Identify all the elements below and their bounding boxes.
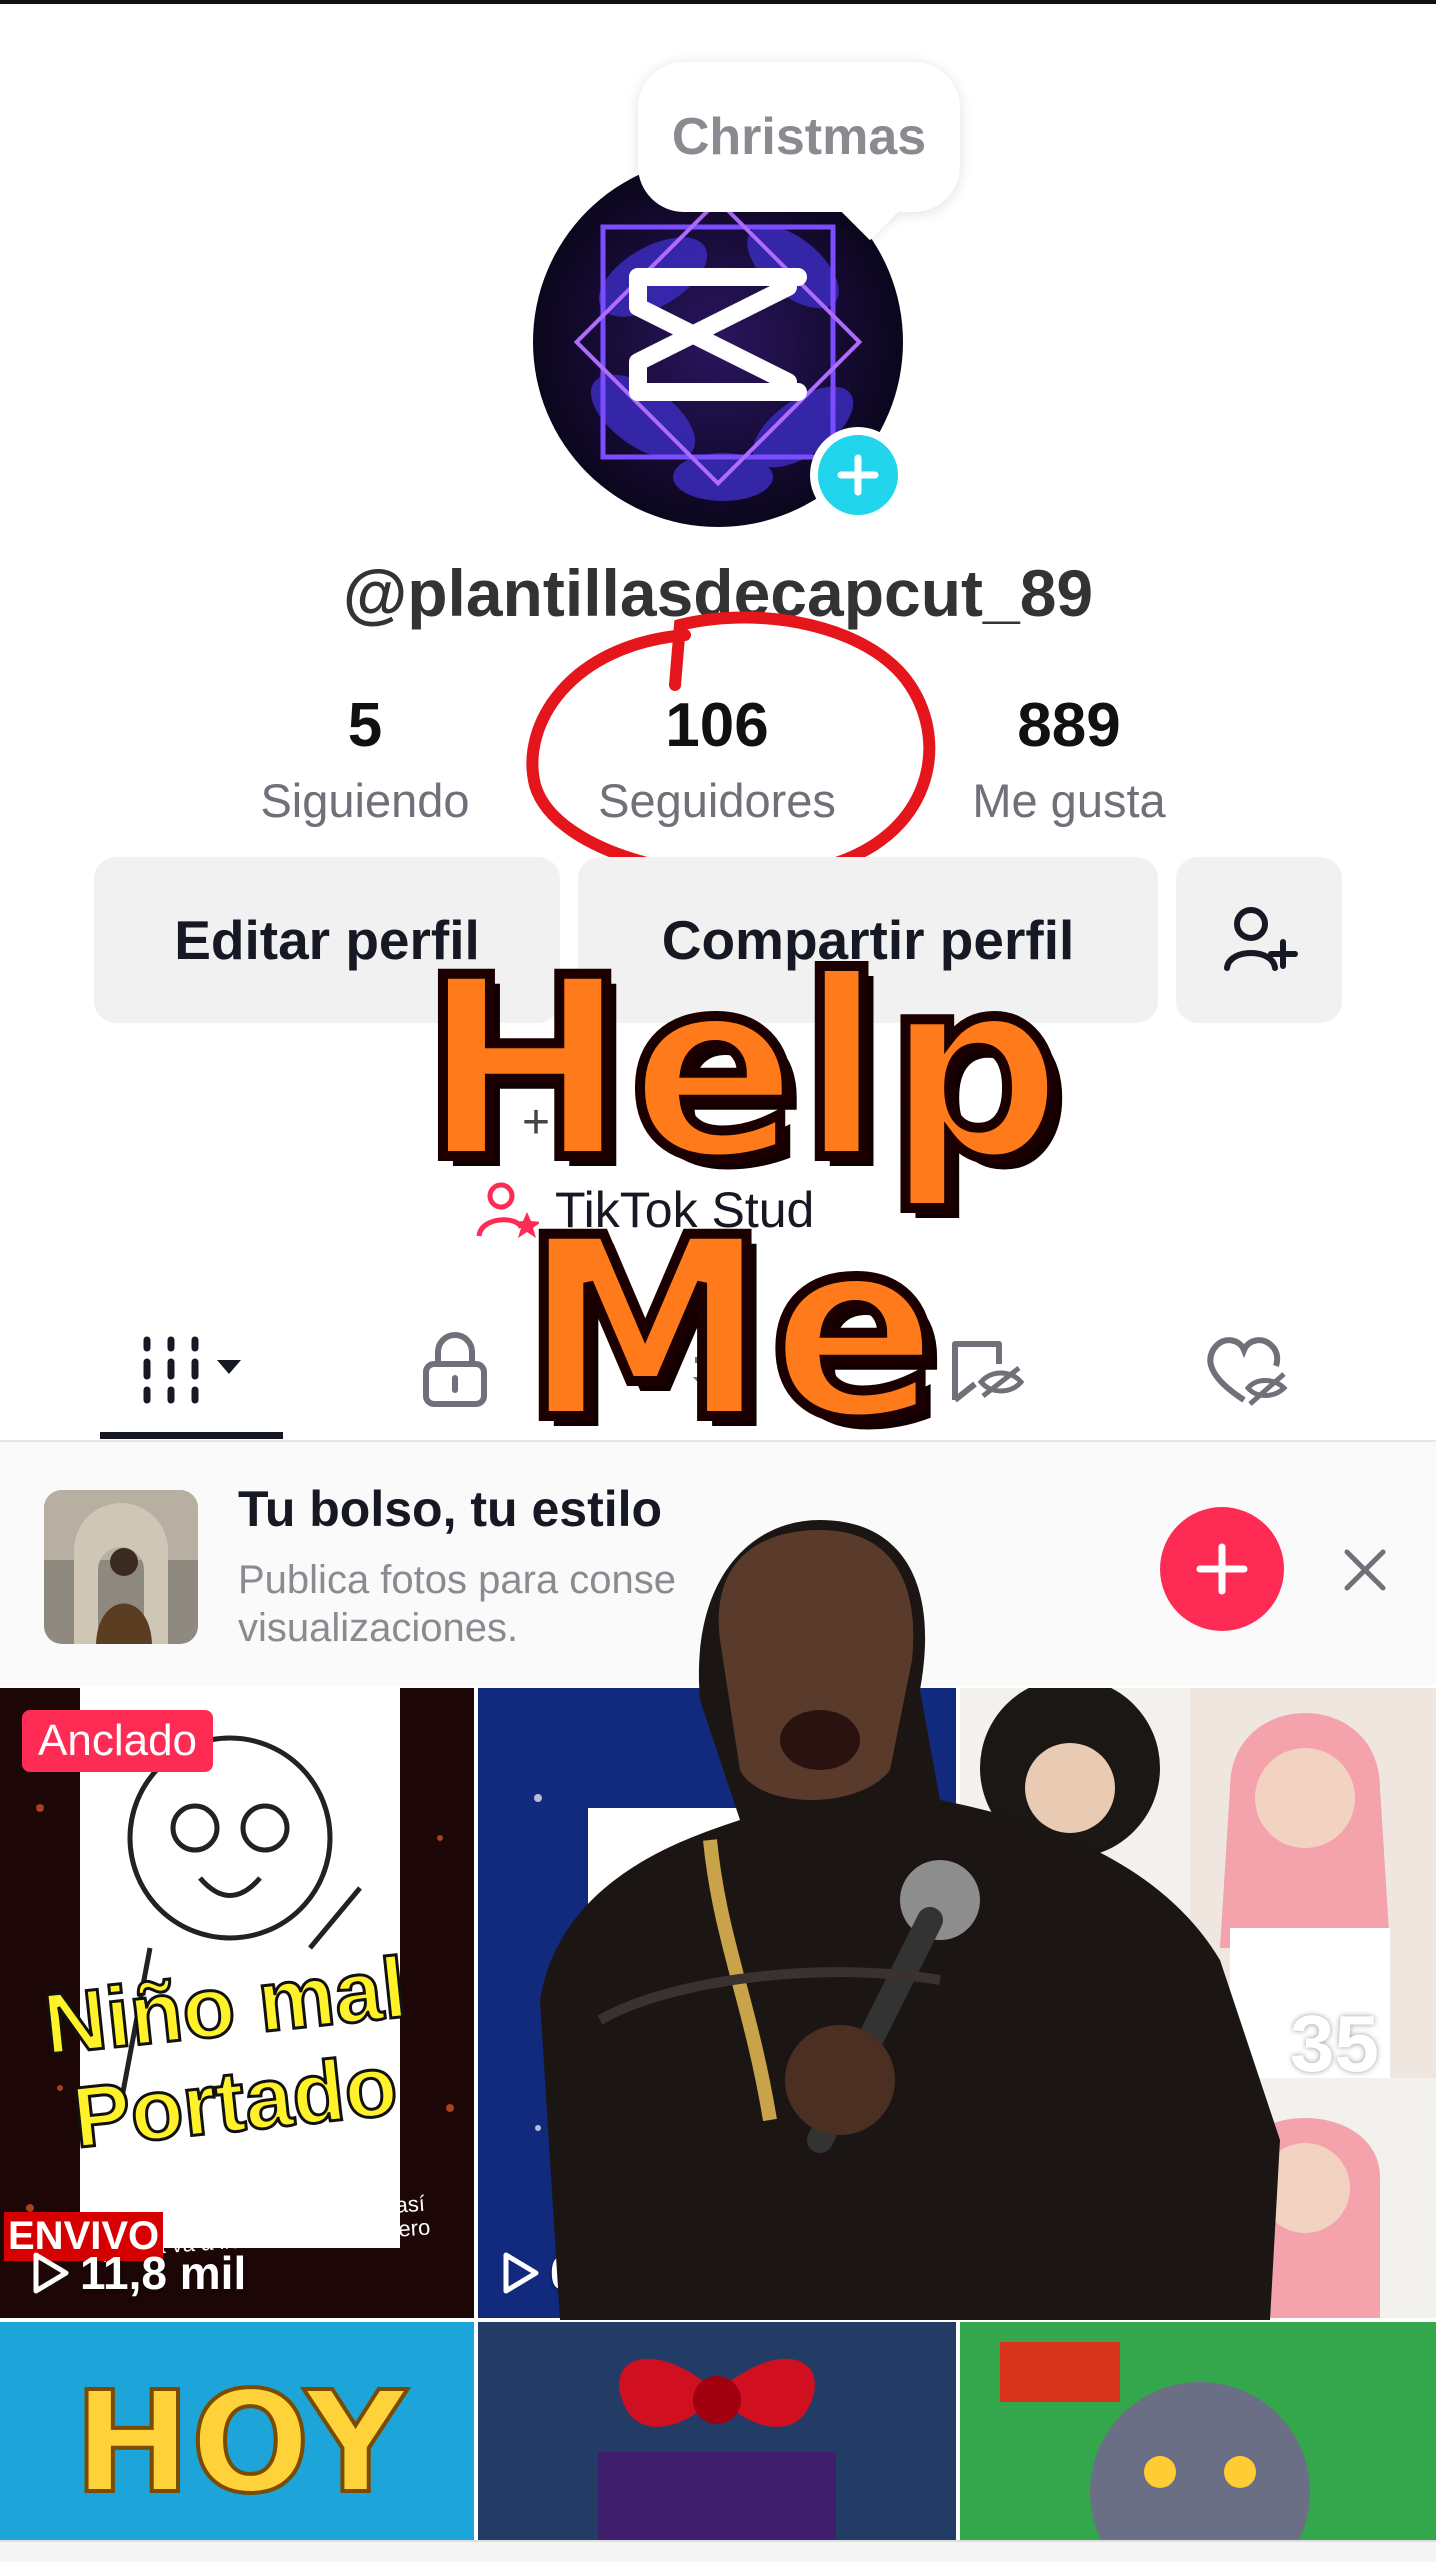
grid-icon [143,1336,241,1404]
stat-label: Siguiendo [260,774,470,827]
tab-videos[interactable] [130,1320,260,1420]
video-thumbnail[interactable]: HOY [0,2322,474,2540]
overlay-text-help: Help [415,924,1068,1215]
active-tab-indicator [100,1432,283,1439]
lock-icon [423,1332,487,1407]
video-thumbnail[interactable] [960,2322,1436,2540]
video-badge: 35 [1290,1999,1379,2088]
video-thumbnail[interactable] [478,2322,956,2540]
tab-liked[interactable] [1185,1320,1305,1420]
stat-following[interactable]: 5 Siguiendo [215,690,515,828]
tab-private[interactable] [395,1320,515,1420]
promo-thumbnail [44,1490,198,1644]
stat-label: Me gusta [972,774,1166,827]
plus-icon [837,454,879,496]
liked-icon [1207,1337,1288,1406]
stat-likes[interactable]: 889 Me gusta [919,690,1219,828]
stat-value: 5 [347,691,383,760]
view-count-value: 11,8 mil [80,2247,247,2299]
status-tooltip: Christmas [638,62,960,212]
overlay-text-me: Me [516,1184,944,1475]
close-icon [1344,1549,1386,1591]
pinned-badge: Anclado [22,1710,214,1772]
top-edge [0,0,1436,4]
add-story-button[interactable] [810,427,906,523]
play-icon [33,2252,69,2294]
add-friend-button[interactable] [1176,857,1342,1023]
red-circle-annotation [526,611,936,882]
view-count: 11,8 mil [30,2246,246,2300]
meme-person-image [540,1520,1280,2320]
tooltip-text: Christmas [671,108,927,166]
promo-close-button[interactable] [1330,1535,1400,1605]
monster-image [960,2322,1436,2540]
video-thumbnail[interactable]: Niño mal Portado Este niño se porta mal … [0,1688,474,2318]
gift-bow-image [478,2322,956,2540]
add-friend-icon [1224,907,1298,971]
video-caption: HOY [72,2360,409,2527]
bottom-nav-edge [0,2540,1436,2562]
stat-value: 889 [1017,691,1121,760]
